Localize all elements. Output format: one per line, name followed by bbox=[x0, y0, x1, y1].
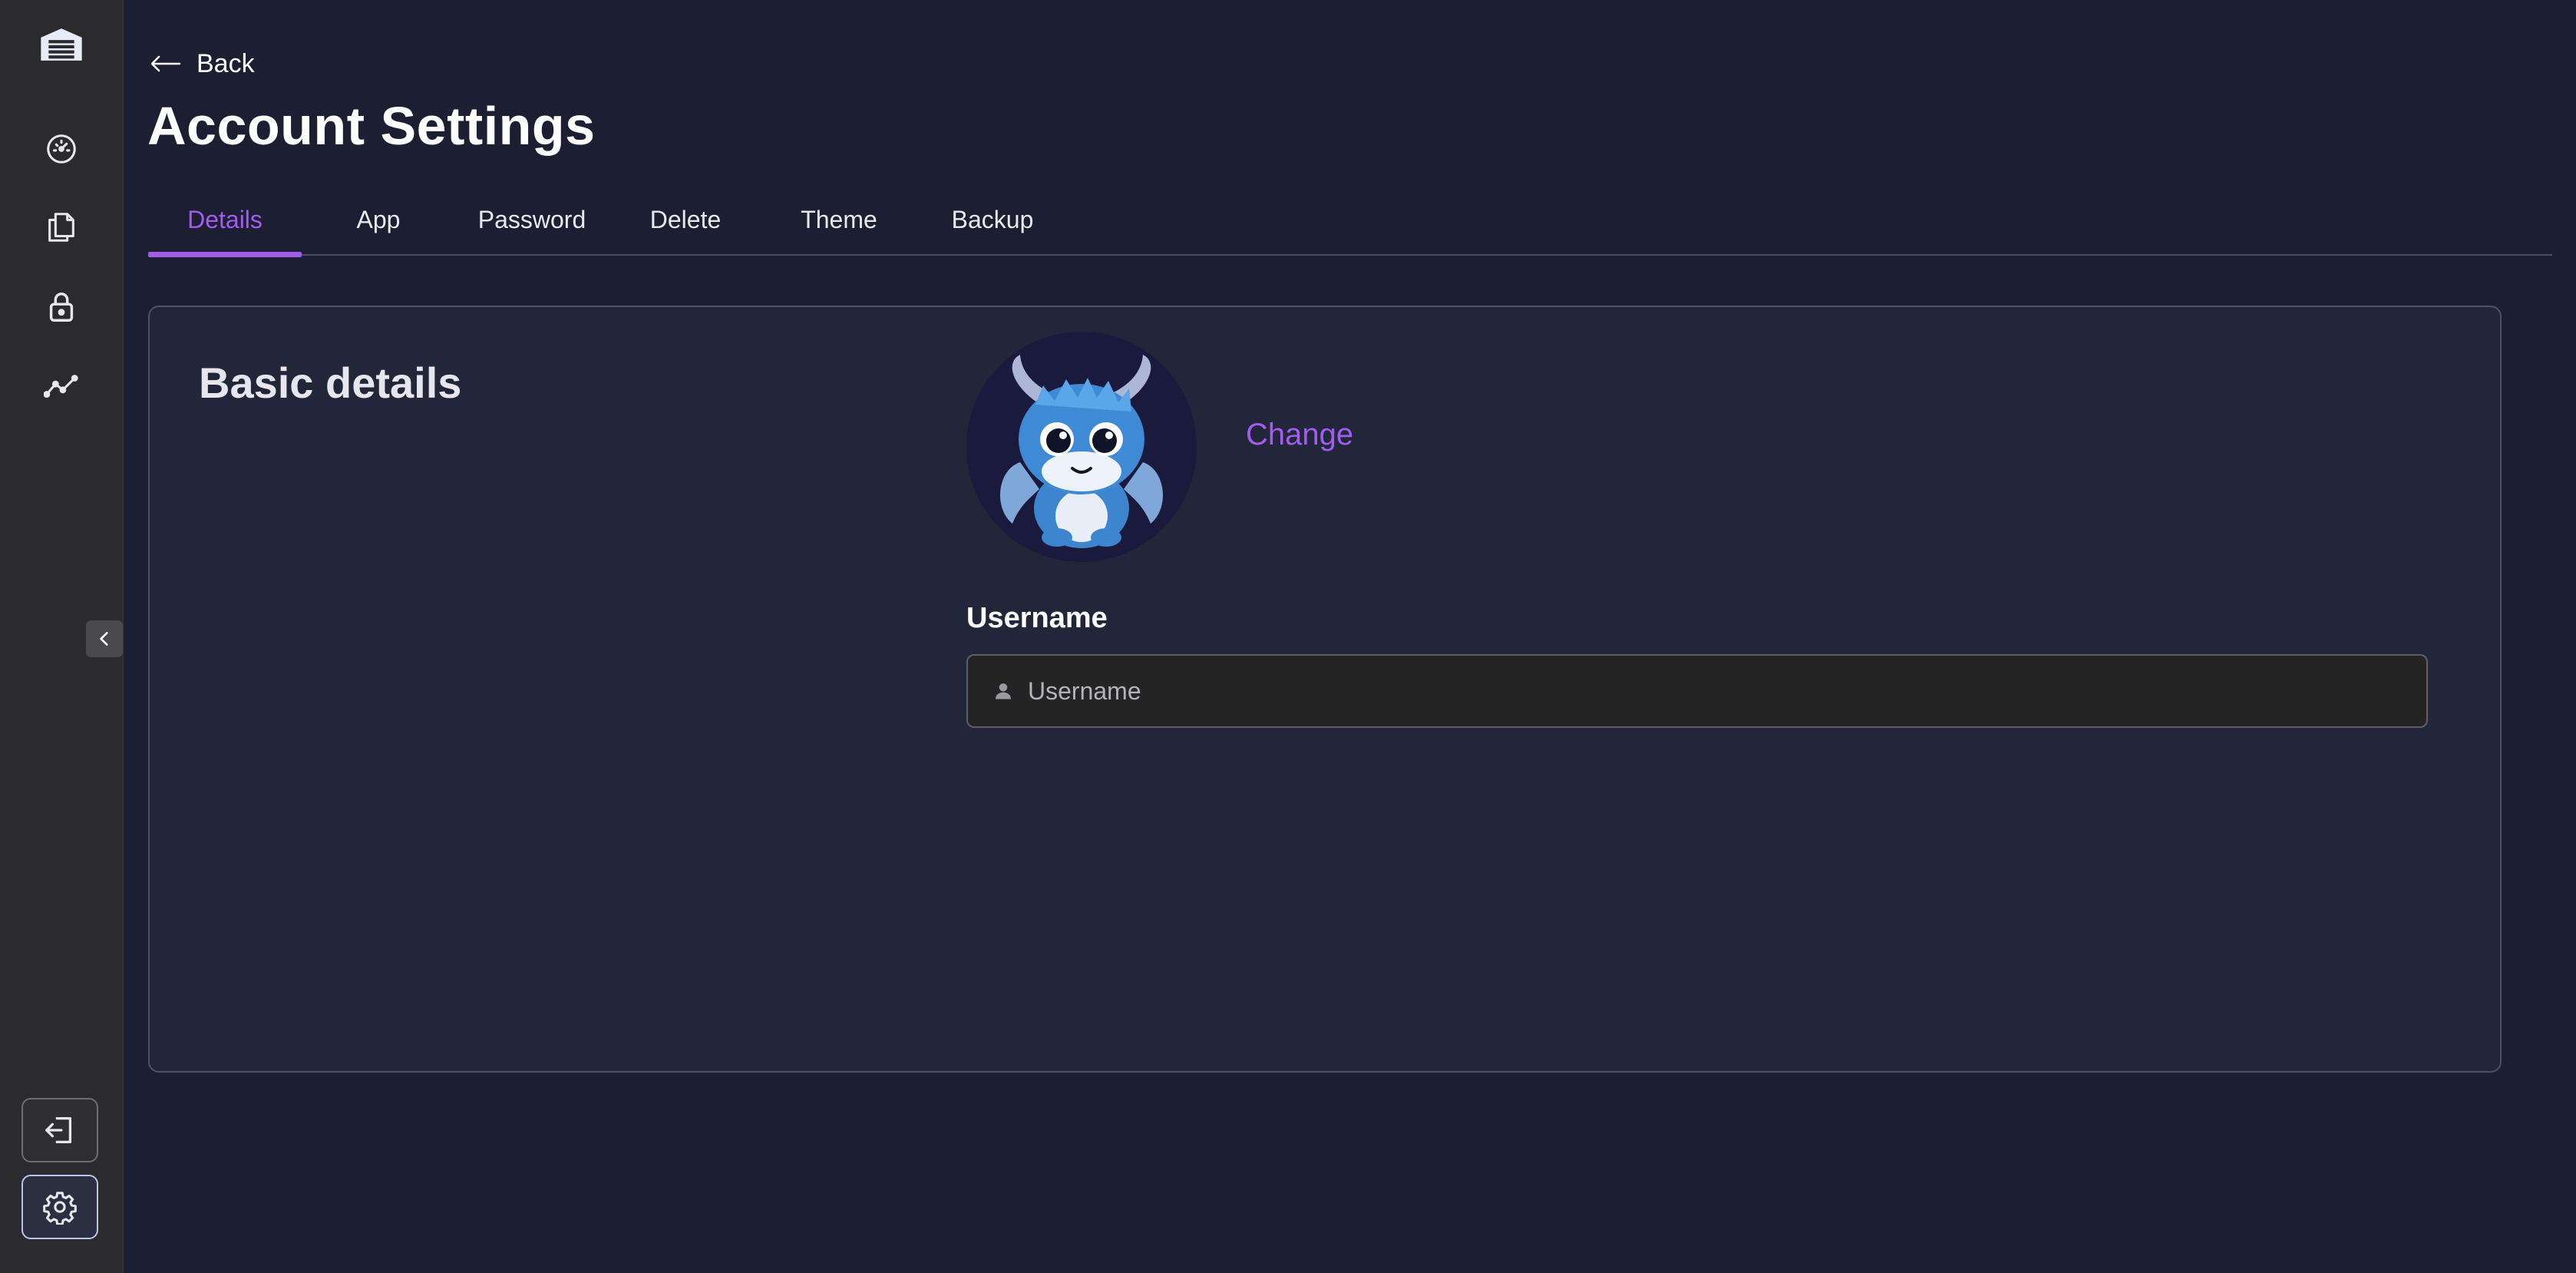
gear-icon bbox=[43, 1192, 77, 1225]
warehouse-icon[interactable] bbox=[38, 21, 84, 68]
lock-icon bbox=[49, 293, 74, 322]
sidebar-item-analytics[interactable] bbox=[38, 364, 84, 410]
page-title: Account Settings bbox=[147, 96, 596, 156]
app-root: Back Account Settings Details App Passwo… bbox=[0, 0, 2576, 1273]
change-avatar-link[interactable]: Change bbox=[1246, 418, 1353, 452]
section-title: Basic details bbox=[199, 359, 462, 407]
sidebar bbox=[0, 0, 124, 1273]
avatar[interactable] bbox=[966, 332, 1197, 562]
basic-details-card: Basic details Change Username Username bbox=[148, 306, 2502, 1073]
tab-theme[interactable]: Theme bbox=[762, 184, 916, 256]
logout-button[interactable] bbox=[21, 1098, 98, 1162]
dragon-avatar-image bbox=[966, 332, 1197, 562]
tab-password[interactable]: Password bbox=[455, 184, 609, 256]
username-field-wrapper[interactable] bbox=[966, 654, 2428, 728]
trend-line-icon bbox=[44, 375, 78, 398]
tab-delete[interactable]: Delete bbox=[609, 184, 762, 256]
files-icon bbox=[48, 213, 74, 242]
logout-icon bbox=[45, 1117, 72, 1143]
back-label: Back bbox=[197, 48, 255, 78]
tab-app[interactable]: App bbox=[302, 184, 455, 256]
settings-button[interactable] bbox=[21, 1175, 98, 1239]
username-input[interactable] bbox=[1028, 676, 2409, 706]
speedometer-icon bbox=[47, 134, 76, 164]
sidebar-collapse-button[interactable] bbox=[86, 620, 123, 657]
user-icon bbox=[996, 683, 1011, 699]
username-label: Username bbox=[966, 602, 1108, 634]
app-logo bbox=[41, 28, 82, 61]
back-link[interactable]: Back bbox=[149, 46, 255, 81]
settings-tabs: Details App Password Delete Theme Backup bbox=[148, 184, 2552, 257]
arrow-left-icon bbox=[150, 55, 181, 72]
sidebar-item-files[interactable] bbox=[38, 204, 84, 250]
sidebar-item-dashboard[interactable] bbox=[38, 126, 84, 172]
sidebar-item-security[interactable] bbox=[38, 284, 84, 330]
chevron-left-icon bbox=[99, 632, 108, 646]
tab-details[interactable]: Details bbox=[148, 184, 302, 257]
tab-backup[interactable]: Backup bbox=[916, 184, 1069, 256]
